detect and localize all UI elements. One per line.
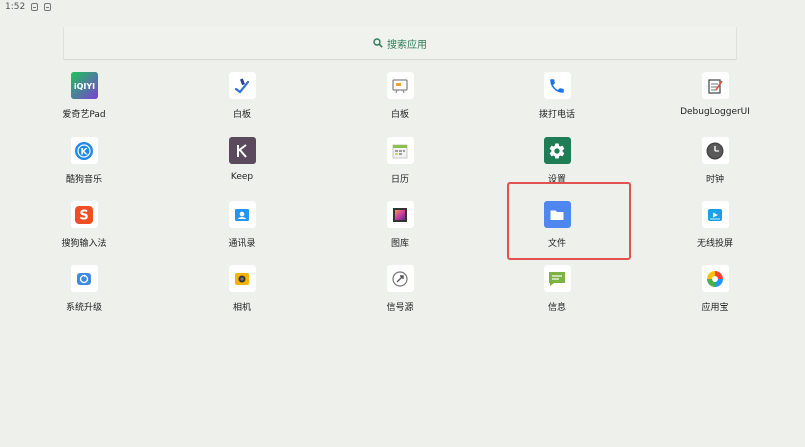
gallery-icon xyxy=(386,201,414,228)
app-label: 通讯录 xyxy=(228,239,256,249)
cast-screen-icon xyxy=(701,201,729,228)
app-wireless-display[interactable]: 无线投屏 xyxy=(655,201,775,251)
app-label: 信息 xyxy=(547,303,566,313)
sogou-icon: S xyxy=(70,201,98,228)
status-bar: 1:52 xyxy=(0,0,805,14)
app-kugou[interactable]: K 酷狗音乐 xyxy=(24,137,144,187)
app-settings[interactable]: 设置 xyxy=(497,137,617,187)
app-label: 系统升级 xyxy=(65,303,102,313)
app-label: 时钟 xyxy=(705,175,724,185)
app-label: 白板 xyxy=(390,110,409,120)
system-update-icon xyxy=(70,265,98,292)
app-label: 爱奇艺Pad xyxy=(62,110,106,120)
app-clock[interactable]: 时钟 xyxy=(655,137,775,187)
search-icon xyxy=(373,38,383,48)
keep-icon xyxy=(228,137,256,164)
clock-icon xyxy=(701,137,729,164)
calendar-icon xyxy=(386,137,414,164)
search-apps-bar[interactable]: 搜索应用 xyxy=(63,27,737,60)
app-label: Keep xyxy=(230,172,254,182)
app-contacts[interactable]: 通讯录 xyxy=(182,201,302,251)
svg-text:K: K xyxy=(81,147,89,157)
app-phone[interactable]: 拨打电话 xyxy=(497,72,617,122)
app-label: 图库 xyxy=(390,239,409,249)
app-signal-source[interactable]: 信号源 xyxy=(340,265,460,315)
sim-icon xyxy=(31,3,39,11)
app-system-update[interactable]: 系统升级 xyxy=(24,265,144,315)
app-label: 无线投屏 xyxy=(696,239,733,249)
app-calendar[interactable]: 日历 xyxy=(340,137,460,187)
status-time: 1:52 xyxy=(5,2,26,12)
app-keep[interactable]: Keep xyxy=(182,137,302,187)
app-gallery[interactable]: 图库 xyxy=(340,201,460,251)
settings-gear-icon xyxy=(543,137,571,164)
app-whiteboard-1[interactable]: 白板 xyxy=(182,72,302,122)
app-messages[interactable]: 信息 xyxy=(497,265,617,315)
signal-source-icon xyxy=(386,265,414,292)
whiteboard-icon xyxy=(228,72,256,99)
svg-text:iQIYI: iQIYI xyxy=(73,82,94,91)
kugou-icon: K xyxy=(70,137,98,164)
sim-icon-2 xyxy=(44,3,52,11)
whiteboard-board-icon xyxy=(386,72,414,99)
app-label: 酷狗音乐 xyxy=(65,175,102,185)
app-iqiyi[interactable]: iQIYI 爱奇艺Pad xyxy=(24,72,144,122)
camera-icon xyxy=(228,265,256,292)
search-label: 搜索应用 xyxy=(387,39,427,51)
phone-icon xyxy=(543,72,571,99)
messages-icon xyxy=(543,265,571,292)
app-yingyongbao[interactable]: 应用宝 xyxy=(655,265,775,315)
app-label: 拨打电话 xyxy=(538,110,575,120)
svg-text:S: S xyxy=(79,208,88,223)
notepad-icon xyxy=(701,72,729,99)
app-store-icon xyxy=(701,265,729,292)
app-label: 应用宝 xyxy=(701,303,729,313)
selection-highlight xyxy=(507,182,631,260)
app-sogou[interactable]: S 搜狗输入法 xyxy=(24,201,144,251)
app-label: 白板 xyxy=(232,110,251,120)
app-label: 搜狗输入法 xyxy=(61,239,107,249)
iqiyi-icon: iQIYI xyxy=(70,72,98,99)
app-label: 信号源 xyxy=(386,303,414,313)
contacts-icon xyxy=(228,201,256,228)
app-label: DebugLoggerUI xyxy=(680,107,750,117)
app-camera[interactable]: 相机 xyxy=(182,265,302,315)
app-whiteboard-2[interactable]: 白板 xyxy=(340,72,460,122)
app-debuglogger[interactable]: DebugLoggerUI xyxy=(655,72,775,122)
app-label: 相机 xyxy=(232,303,251,313)
app-label: 日历 xyxy=(390,175,409,185)
